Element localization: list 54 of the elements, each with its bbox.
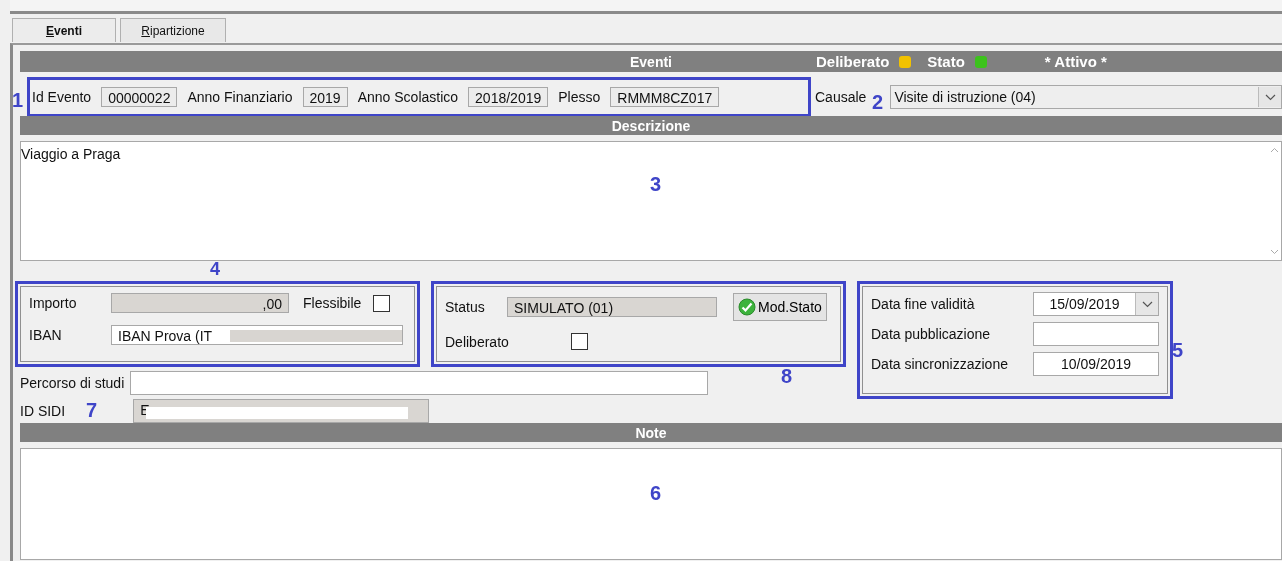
section-title: Note: [635, 425, 667, 440]
tab[interactable]: Eventi: [12, 18, 116, 42]
date-field[interactable]: 10/09/2019: [1033, 352, 1159, 376]
readonly-field: 00000022: [101, 87, 178, 107]
annotation-number: 4: [210, 260, 220, 278]
checkbox[interactable]: [373, 294, 391, 312]
dropdown-button[interactable]: [1258, 87, 1281, 107]
field-label: Flessibile: [303, 295, 362, 311]
field-label: IBAN: [29, 327, 63, 343]
chevron-down-icon[interactable]: [1269, 249, 1279, 255]
chevron-down-icon: [1141, 300, 1153, 308]
field-label: Id Evento: [32, 89, 92, 105]
causale-dropdown[interactable]: Visite di istruzione (04): [890, 85, 1282, 109]
annotation-number: 3: [650, 174, 662, 194]
dropdown-button[interactable]: [1135, 293, 1158, 315]
field-label: Deliberato: [445, 333, 510, 350]
field-label: Data pubblicazione: [871, 326, 991, 342]
tab[interactable]: Ripartizione: [120, 18, 226, 42]
input-field[interactable]: [130, 371, 709, 395]
chevron-up-icon[interactable]: [1269, 147, 1279, 153]
notes-field[interactable]: [20, 448, 1282, 560]
indicator-label: Deliberato: [816, 53, 890, 70]
field-label: Data fine validità: [871, 296, 975, 312]
status-text: * Attivo *: [1044, 53, 1107, 70]
section-title: Eventi: [630, 54, 672, 69]
field-label: Anno Finanziario: [187, 89, 293, 105]
date-field[interactable]: [1033, 322, 1159, 346]
field-label: Plesso: [558, 89, 601, 105]
chevron-down-icon: [1264, 93, 1276, 101]
iban-field: IBAN Prova (IT: [111, 325, 403, 345]
field-label: Status: [445, 299, 486, 315]
annotation-number: 2: [872, 92, 884, 112]
date-picker[interactable]: 15/09/2019: [1033, 292, 1159, 316]
readonly-field: 2018/2019: [468, 87, 549, 107]
field-label: Importo: [29, 295, 78, 311]
readonly-field: 2019: [302, 87, 348, 107]
annotation-number: 5: [1172, 340, 1184, 360]
check-circle-icon: [738, 298, 756, 316]
field-label: Data sincronizzazione: [871, 356, 1008, 372]
indicator-label: Stato: [927, 53, 965, 70]
section-title: Descrizione: [611, 118, 691, 133]
annotation-number: 1: [12, 90, 24, 110]
readonly-field: SIMULATO (01): [507, 297, 717, 317]
checkbox[interactable]: [571, 333, 588, 350]
field-label: Percorso di studi: [20, 375, 125, 391]
readonly-field: ,00: [111, 293, 289, 313]
field-label: Causale: [815, 89, 867, 105]
readonly-field: RMMM8CZ017: [610, 87, 720, 107]
field-label: Anno Scolastico: [357, 89, 459, 105]
annotation-number: 7: [86, 400, 98, 420]
annotation-number: 6: [650, 483, 662, 503]
mod-stato-button[interactable]: Mod.Stato: [733, 293, 827, 321]
annotation-number: 8: [781, 366, 793, 386]
field-label: ID SIDI: [20, 403, 66, 419]
